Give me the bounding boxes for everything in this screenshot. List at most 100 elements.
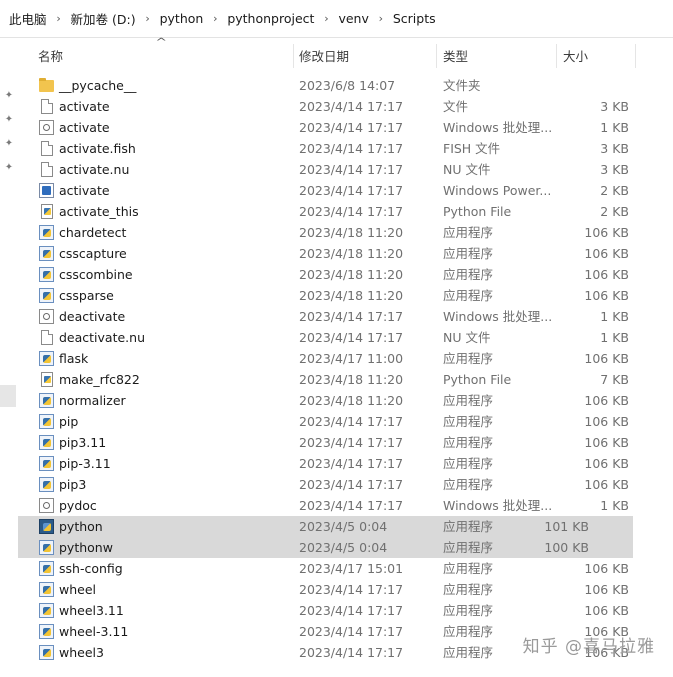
file-size: 3 KB <box>600 99 629 114</box>
file-date-modified: 2023/4/18 11:20 <box>299 372 404 387</box>
chevron-right-icon[interactable]: › <box>47 12 71 25</box>
file-size: 106 KB <box>584 267 629 282</box>
file-row[interactable]: pip-3.11 2023/4/14 17:17 应用程序 106 KB <box>18 453 673 474</box>
file-size: 3 KB <box>600 141 629 156</box>
file-size: 106 KB <box>584 603 629 618</box>
file-row[interactable]: __pycache__ 2023/6/8 14:07 文件夹 <box>18 75 673 96</box>
application-icon <box>39 393 54 408</box>
file-type: NU 文件 <box>443 162 491 177</box>
file-row[interactable]: wheel 2023/4/14 17:17 应用程序 106 KB <box>18 579 673 600</box>
file-type: 应用程序 <box>443 351 494 366</box>
application-icon <box>39 582 54 597</box>
application-icon <box>39 477 54 492</box>
file-row[interactable]: activate.nu 2023/4/14 17:17 NU 文件 3 KB <box>18 159 673 180</box>
file-date-modified: 2023/4/14 17:17 <box>299 435 404 450</box>
application-icon <box>39 414 54 429</box>
column-header-size[interactable]: 大小 <box>563 44 588 72</box>
file-name: ssh-config <box>59 561 123 576</box>
file-type: 文件 <box>443 99 469 114</box>
file-date-modified: 2023/4/14 17:17 <box>299 309 404 324</box>
file-name: pip <box>59 414 79 429</box>
pin-icon[interactable]: ✦ <box>3 138 15 150</box>
file-size: 1 KB <box>600 309 629 324</box>
column-divider[interactable] <box>635 44 636 68</box>
file-type: 应用程序 <box>443 477 494 492</box>
breadcrumb-python[interactable]: python <box>160 11 204 26</box>
nav-pane-scroll-thumb[interactable] <box>0 385 16 407</box>
chevron-right-icon[interactable]: › <box>369 12 393 25</box>
file-size: 1 KB <box>600 498 629 513</box>
file-row[interactable]: make_rfc822 2023/4/18 11:20 Python File 7 K… <box>18 369 673 390</box>
file-name: activate <box>59 120 110 135</box>
file-list: __pycache__ 2023/6/8 14:07 文件夹 activate 2023… <box>18 75 673 663</box>
file-row[interactable]: flask 2023/4/17 11:00 应用程序 106 KB <box>18 348 673 369</box>
address-bar[interactable]: 此电脑 › 新加卷 (D:) › python › pythonproject … <box>0 0 673 38</box>
file-row[interactable]: chardetect 2023/4/18 11:20 应用程序 106 KB <box>18 222 673 243</box>
pin-icon[interactable]: ✦ <box>3 162 15 174</box>
chevron-right-icon[interactable]: › <box>314 12 338 25</box>
file-row[interactable]: activate 2023/4/14 17:17 文件 3 KB <box>18 96 673 117</box>
file-type: 应用程序 <box>443 624 494 639</box>
file-date-modified: 2023/4/14 17:17 <box>299 498 404 513</box>
file-row[interactable]: deactivate.nu 2023/4/14 17:17 NU 文件 1 KB <box>18 327 673 348</box>
application-icon <box>39 645 54 660</box>
file-row[interactable]: wheel3.11 2023/4/14 17:17 应用程序 106 KB <box>18 600 673 621</box>
chevron-right-icon[interactable]: › <box>203 12 227 25</box>
file-type: 应用程序 <box>443 393 494 408</box>
file-row[interactable]: ssh-config 2023/4/17 15:01 应用程序 106 KB <box>18 558 673 579</box>
file-row[interactable]: activate 2023/4/14 17:17 Windows 批处理... 1 K… <box>18 117 673 138</box>
file-row[interactable]: activate.fish 2023/4/14 17:17 FISH 文件 3 KB <box>18 138 673 159</box>
file-date-modified: 2023/4/17 11:00 <box>299 351 404 366</box>
file-date-modified: 2023/4/5 0:04 <box>299 519 388 534</box>
file-row[interactable]: activate_this 2023/4/14 17:17 Python File 2… <box>18 201 673 222</box>
file-name: deactivate.nu <box>59 330 145 345</box>
file-name: wheel3.11 <box>59 603 124 618</box>
column-header-date[interactable]: 修改日期 <box>299 44 349 72</box>
file-name: cssparse <box>59 288 114 303</box>
file-size: 106 KB <box>584 582 629 597</box>
file-row[interactable]: pythonw 2023/4/5 0:04 应用程序 100 KB <box>18 537 633 558</box>
file-name: make_rfc822 <box>59 372 140 387</box>
file-type: 应用程序 <box>443 603 494 618</box>
file-row[interactable]: pip 2023/4/14 17:17 应用程序 106 KB <box>18 411 673 432</box>
file-row[interactable]: csscombine 2023/4/18 11:20 应用程序 106 KB <box>18 264 673 285</box>
pin-icon[interactable]: ✦ <box>3 90 15 102</box>
file-row[interactable]: pip3.11 2023/4/14 17:17 应用程序 106 KB <box>18 432 673 453</box>
application-icon <box>39 435 54 450</box>
breadcrumb-scripts[interactable]: Scripts <box>393 11 436 26</box>
file-row[interactable]: pip3 2023/4/14 17:17 应用程序 106 KB <box>18 474 673 495</box>
breadcrumb-this-pc[interactable]: 此电脑 <box>9 9 47 28</box>
pin-icon[interactable]: ✦ <box>3 114 15 126</box>
breadcrumb-drive[interactable]: 新加卷 (D:) <box>71 9 136 28</box>
breadcrumb-venv[interactable]: venv <box>338 11 368 26</box>
file-row[interactable]: cssparse 2023/4/18 11:20 应用程序 106 KB <box>18 285 673 306</box>
file-date-modified: 2023/4/14 17:17 <box>299 183 404 198</box>
column-divider[interactable] <box>436 44 437 68</box>
file-date-modified: 2023/4/14 17:17 <box>299 456 404 471</box>
file-size: 106 KB <box>584 351 629 366</box>
file-row[interactable]: activate 2023/4/14 17:17 Windows Power... 2… <box>18 180 673 201</box>
file-date-modified: 2023/4/18 11:20 <box>299 267 404 282</box>
file-name: csscapture <box>59 246 127 261</box>
column-divider[interactable] <box>556 44 557 68</box>
file-name: activate.fish <box>59 141 136 156</box>
file-row[interactable]: python 2023/4/5 0:04 应用程序 101 KB <box>18 516 633 537</box>
batch-file-icon <box>39 309 54 324</box>
file-type: Windows 批处理... <box>443 309 553 324</box>
file-date-modified: 2023/4/14 17:17 <box>299 477 404 492</box>
column-header-type[interactable]: 类型 <box>443 44 468 72</box>
file-type: 应用程序 <box>443 267 494 282</box>
column-header-name[interactable]: 名称 <box>38 44 63 72</box>
file-size: 106 KB <box>584 435 629 450</box>
breadcrumb-pythonproject[interactable]: pythonproject <box>227 11 314 26</box>
file-type: 应用程序 <box>443 456 494 471</box>
chevron-right-icon[interactable]: › <box>136 12 160 25</box>
column-divider[interactable] <box>293 44 294 68</box>
file-row[interactable]: deactivate 2023/4/14 17:17 Windows 批处理... 1… <box>18 306 673 327</box>
application-icon <box>39 351 54 366</box>
file-row[interactable]: normalizer 2023/4/18 11:20 应用程序 106 KB <box>18 390 673 411</box>
file-row[interactable]: csscapture 2023/4/18 11:20 应用程序 106 KB <box>18 243 673 264</box>
file-row[interactable]: pydoc 2023/4/14 17:17 Windows 批处理... 1 KB <box>18 495 673 516</box>
file-name: pythonw <box>59 540 113 555</box>
python-exe-icon <box>39 519 54 534</box>
